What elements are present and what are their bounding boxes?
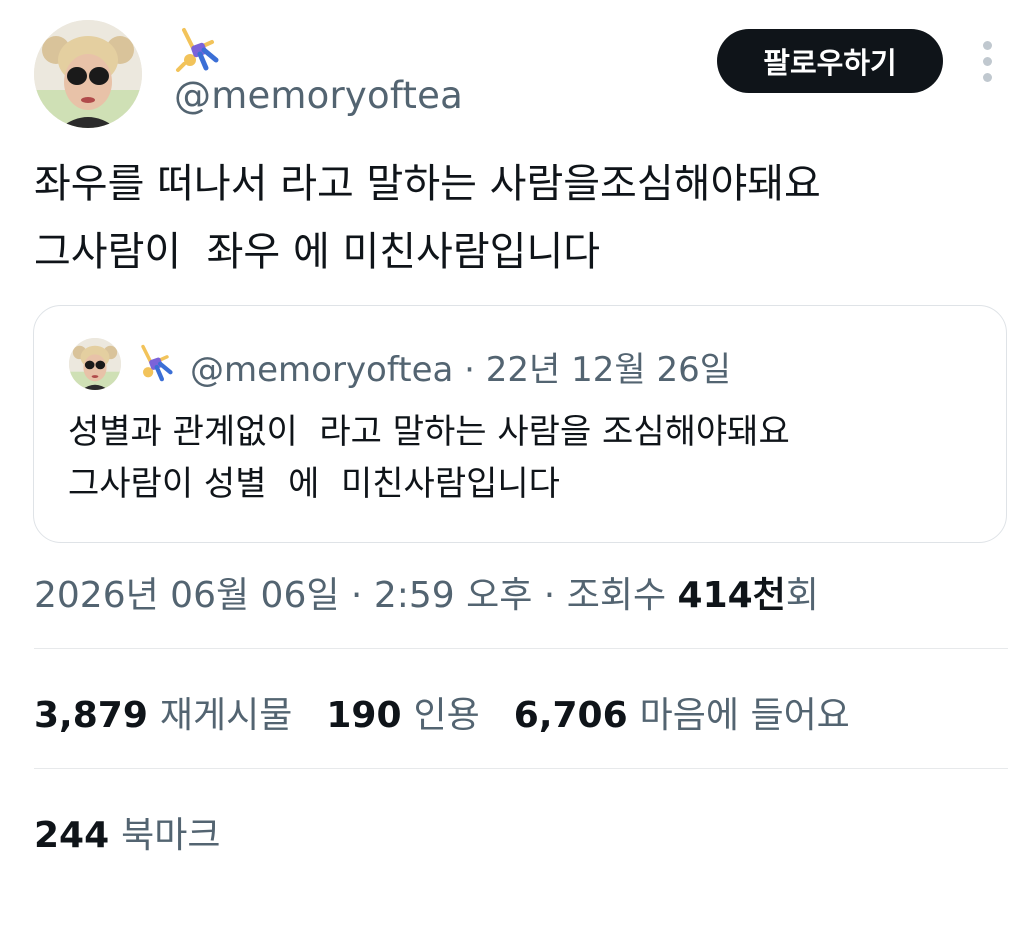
quoted-author-handle[interactable]: @memoryoftea <box>190 350 453 390</box>
quotes-count: 190 <box>326 695 402 736</box>
engagement-stats: 3,879 재게시물 190 인용 6,706 마음에 들어요 <box>34 686 884 738</box>
views-count[interactable]: 414천 <box>678 575 786 616</box>
cartwheel-emoji-icon <box>170 20 226 76</box>
retweets-count: 3,879 <box>34 695 148 736</box>
likes-stat[interactable]: 6,706 마음에 들어요 <box>514 686 850 738</box>
follow-button[interactable]: 팔로우하기 <box>717 29 943 93</box>
meta-separator: · <box>532 575 567 616</box>
more-dot <box>982 56 992 66</box>
tweet-time[interactable]: 2:59 오후 <box>374 575 533 616</box>
likes-label: 마음에 들어요 <box>639 695 850 736</box>
views-prefix: 조회수 <box>566 575 678 616</box>
divider <box>34 648 1008 649</box>
views-suffix: 회 <box>785 575 819 616</box>
quoted-author-avatar <box>69 338 121 390</box>
meta-separator: · <box>453 350 486 390</box>
quotes-label: 인용 <box>413 695 480 736</box>
bookmarks-label: 북마크 <box>121 815 221 856</box>
quoted-tweet-card[interactable]: @memoryoftea · 22년 12월 26일 성별과 관계없이 라고 말… <box>33 305 1007 543</box>
divider <box>34 768 1008 769</box>
retweets-stat[interactable]: 3,879 재게시물 <box>34 686 292 738</box>
author-avatar[interactable] <box>34 20 142 128</box>
likes-count: 6,706 <box>513 695 628 736</box>
author-handle[interactable]: @memoryoftea <box>174 74 463 117</box>
quotes-stat[interactable]: 190 인용 <box>326 686 479 738</box>
avatar-portrait-icon <box>69 338 121 390</box>
tweet-date[interactable]: 2026년 06월 06일 <box>34 575 339 616</box>
cartwheel-emoji-icon <box>131 338 179 386</box>
tweet-detail-page: @memoryoftea 팔로우하기 좌우를 떠나서 라고 말하는 사람을조심해… <box>0 0 1024 927</box>
meta-separator: · <box>339 575 374 616</box>
bookmarks-stat[interactable]: 244 북마크 <box>34 806 221 858</box>
tweet-text: 좌우를 떠나서 라고 말하는 사람을조심해야돼요 그사람이 좌우 에 미친사람입… <box>34 161 821 275</box>
more-options-icon[interactable] <box>972 36 1002 86</box>
more-dot <box>982 72 992 82</box>
avatar-portrait-icon <box>34 20 142 128</box>
bookmarks-count: 244 <box>34 815 110 856</box>
quoted-tweet-date: 22년 12월 26일 <box>485 350 732 390</box>
retweets-label: 재게시물 <box>159 695 293 736</box>
tweet-timestamp-line: 2026년 06월 06일 · 2:59 오후 · 조회수 414천회 <box>34 566 819 618</box>
quoted-tweet-text: 성별과 관계없이 라고 말하는 사람을 조심해야돼요 그사람이 성별 에 미친사… <box>68 412 790 504</box>
more-dot <box>982 40 992 50</box>
quoted-tweet-meta: @memoryoftea · 22년 12월 26일 <box>190 342 731 391</box>
